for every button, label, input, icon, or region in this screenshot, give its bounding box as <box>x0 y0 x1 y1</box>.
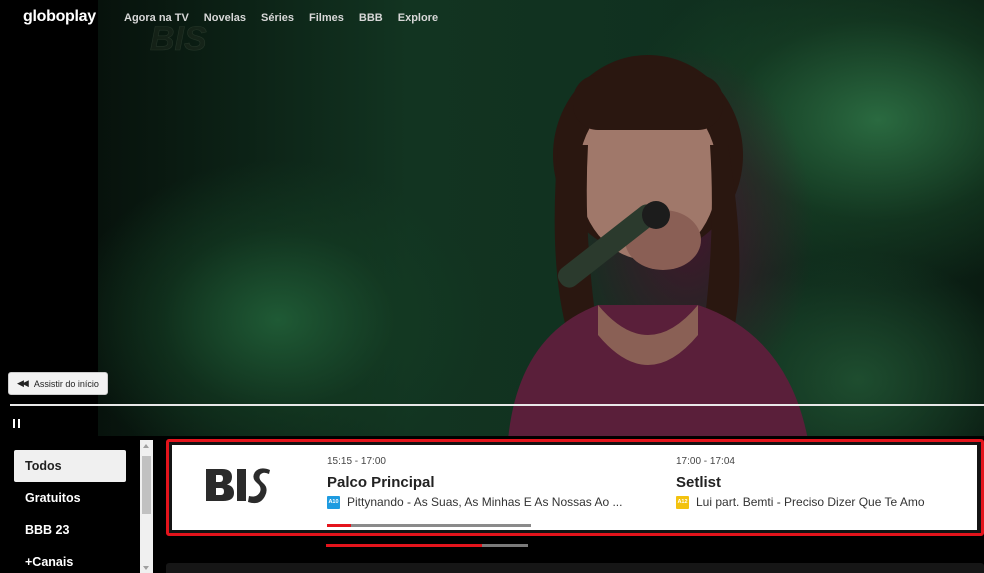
scroll-up-arrow-icon[interactable] <box>143 444 149 448</box>
next-program-time: 17:00 - 17:04 <box>676 456 735 467</box>
rating-a10-badge: A10 <box>327 495 340 509</box>
nav-item-filmes[interactable]: Filmes <box>309 12 344 24</box>
video-frame-singer <box>508 55 808 440</box>
nav-item-series[interactable]: Séries <box>261 12 294 24</box>
current-program-episode: Pittynando - As Suas, As Minhas E As Nos… <box>347 495 623 509</box>
nav-item-novelas[interactable]: Novelas <box>204 12 246 24</box>
main-nav: Agora na TV Novelas Séries Filmes BBB Ex… <box>124 12 438 24</box>
category-gratuitos[interactable]: Gratuitos <box>14 482 126 514</box>
rating-a12-badge: A12 <box>676 495 689 509</box>
current-program-progress-fill <box>327 524 352 527</box>
rewind-icon: ◀◀ <box>17 378 29 388</box>
channel-carousel-progress-fill <box>326 544 482 547</box>
current-program-title: Palco Principal <box>327 474 435 491</box>
watch-from-start-label: Assistir do início <box>33 378 99 389</box>
watch-from-start-button[interactable]: ◀◀ Assistir do início <box>8 372 108 395</box>
scroll-down-arrow-icon[interactable] <box>143 566 149 570</box>
nav-item-explore[interactable]: Explore <box>398 12 438 24</box>
category-list: Todos Gratuitos BBB 23 +Canais <box>14 450 126 573</box>
nav-item-bbb[interactable]: BBB <box>359 12 383 24</box>
bis-channel-logo <box>206 468 270 504</box>
channel-carousel-progress <box>326 544 528 547</box>
current-program: 15:15 - 17:00 Palco Principal A10 Pittyn… <box>327 456 637 509</box>
next-program: 17:00 - 17:04 Setlist A12 Lui part. Bemt… <box>676 456 966 509</box>
live-timeline[interactable] <box>10 404 984 406</box>
video-player[interactable] <box>98 0 984 440</box>
scrollbar-thumb[interactable] <box>142 456 151 514</box>
category-mais-canais[interactable]: +Canais <box>14 546 126 573</box>
channel-card-bis[interactable]: 15:15 - 17:00 Palco Principal A10 Pittyn… <box>172 445 977 530</box>
next-program-episode-row: A12 Lui part. Bemti - Preciso Dizer Que … <box>676 495 966 509</box>
category-todos[interactable]: Todos <box>14 450 126 482</box>
current-program-progress <box>327 524 531 527</box>
pause-icon[interactable] <box>13 419 21 428</box>
top-navigation: globoplay Agora na TV Novelas Séries Fil… <box>0 0 984 40</box>
next-program-episode: Lui part. Bemti - Preciso Dizer Que Te A… <box>696 495 925 509</box>
category-scrollbar[interactable] <box>140 440 153 573</box>
category-bbb-23[interactable]: BBB 23 <box>14 514 126 546</box>
globoplay-logo[interactable]: globoplay <box>23 8 96 26</box>
current-program-time: 15:15 - 17:00 <box>327 456 386 467</box>
current-program-episode-row: A10 Pittynando - As Suas, As Minhas E As… <box>327 495 637 509</box>
nav-item-agora-na-tv[interactable]: Agora na TV <box>124 12 189 24</box>
next-channel-card[interactable] <box>166 563 984 573</box>
next-program-title: Setlist <box>676 474 722 491</box>
